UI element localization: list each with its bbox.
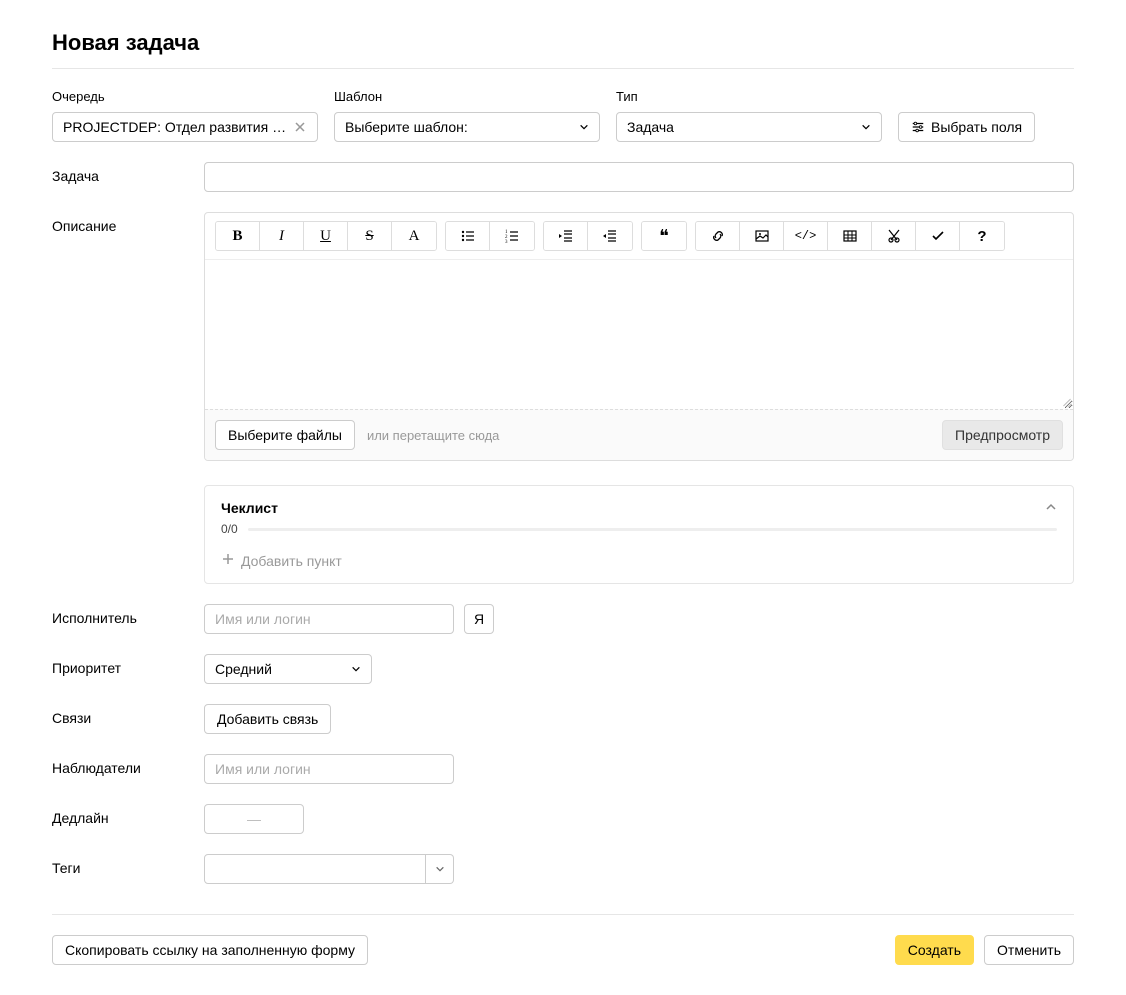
top-fields-row: Очередь PROJECTDEP: Отдел развития проек… xyxy=(52,89,1074,142)
queue-value: PROJECTDEP: Отдел развития проектов xyxy=(63,119,287,135)
plus-icon xyxy=(221,552,235,569)
template-label: Шаблон xyxy=(334,89,600,104)
description-row: Описание B I U S A 123 xyxy=(52,212,1074,584)
assignee-input[interactable] xyxy=(204,604,454,634)
assignee-label: Исполнитель xyxy=(52,604,204,634)
copy-link-button[interactable]: Скопировать ссылку на заполненную форму xyxy=(52,935,368,965)
add-checklist-item[interactable]: Добавить пункт xyxy=(221,552,1057,569)
chevron-up-icon[interactable] xyxy=(1047,503,1057,513)
strikethrough-button[interactable]: S xyxy=(348,222,392,250)
chevron-down-icon xyxy=(579,122,589,132)
watchers-input[interactable] xyxy=(204,754,454,784)
resize-handle[interactable] xyxy=(1059,395,1071,407)
type-field: Тип Задача xyxy=(616,89,882,142)
tags-row: Теги xyxy=(52,854,1074,884)
add-link-button[interactable]: Добавить связь xyxy=(204,704,331,734)
underline-button[interactable]: U xyxy=(304,222,348,250)
deadline-row: Дедлайн — xyxy=(52,804,1074,834)
preview-button[interactable]: Предпросмотр xyxy=(942,420,1063,450)
tags-label: Теги xyxy=(52,854,204,884)
indent-button[interactable] xyxy=(588,222,632,250)
chevron-down-icon xyxy=(861,122,871,132)
tune-icon xyxy=(911,120,925,134)
add-item-label: Добавить пункт xyxy=(241,553,342,569)
ordered-list-button[interactable]: 123 xyxy=(490,222,534,250)
checklist-title: Чеклист xyxy=(221,500,278,516)
svg-text:3: 3 xyxy=(505,240,508,244)
cancel-button[interactable]: Отменить xyxy=(984,935,1074,965)
watchers-label: Наблюдатели xyxy=(52,754,204,784)
create-button[interactable]: Создать xyxy=(895,935,974,965)
quote-button[interactable]: ❝ xyxy=(642,222,686,250)
task-label: Задача xyxy=(52,162,204,192)
clear-icon[interactable] xyxy=(293,120,307,134)
check-button[interactable] xyxy=(916,222,960,250)
select-fields-label: Выбрать поля xyxy=(931,119,1022,135)
priority-label: Приоритет xyxy=(52,654,204,684)
help-button[interactable]: ? xyxy=(960,222,1004,250)
tags-input[interactable] xyxy=(204,854,426,884)
page-title: Новая задача xyxy=(52,30,1074,56)
tags-dropdown-button[interactable] xyxy=(426,854,454,884)
progress-bar xyxy=(248,528,1057,531)
file-upload-row: Выберите файлы или перетащите сюда Предп… xyxy=(205,409,1073,460)
priority-value: Средний xyxy=(215,661,343,677)
bold-button[interactable]: B xyxy=(216,222,260,250)
description-label: Описание xyxy=(52,212,204,584)
cut-button[interactable] xyxy=(872,222,916,250)
links-row: Связи Добавить связь xyxy=(52,704,1074,734)
checklist-panel: Чеклист 0/0 Добавить пункт xyxy=(204,485,1074,584)
deadline-input[interactable]: — xyxy=(204,804,304,834)
queue-label: Очередь xyxy=(52,89,318,104)
priority-select[interactable]: Средний xyxy=(204,654,372,684)
task-row: Задача xyxy=(52,162,1074,192)
link-button[interactable] xyxy=(696,222,740,250)
watchers-row: Наблюдатели xyxy=(52,754,1074,784)
queue-field: Очередь PROJECTDEP: Отдел развития проек… xyxy=(52,89,318,142)
checklist-count: 0/0 xyxy=(221,522,238,536)
bullet-list-button[interactable] xyxy=(446,222,490,250)
links-label: Связи xyxy=(52,704,204,734)
code-button[interactable]: </> xyxy=(784,222,828,250)
drag-hint: или перетащите сюда xyxy=(367,428,499,443)
select-fields-button[interactable]: Выбрать поля xyxy=(898,112,1035,142)
editor-textarea[interactable] xyxy=(205,259,1073,409)
chevron-down-icon xyxy=(351,664,361,674)
italic-button[interactable]: I xyxy=(260,222,304,250)
editor: B I U S A 123 xyxy=(204,212,1074,461)
outdent-button[interactable] xyxy=(544,222,588,250)
template-select[interactable]: Выберите шаблон: xyxy=(334,112,600,142)
footer: Скопировать ссылку на заполненную форму … xyxy=(52,935,1074,965)
template-placeholder: Выберите шаблон: xyxy=(345,119,571,135)
template-field: Шаблон Выберите шаблон: xyxy=(334,89,600,142)
type-value: Задача xyxy=(627,119,853,135)
priority-row: Приоритет Средний xyxy=(52,654,1074,684)
deadline-label: Дедлайн xyxy=(52,804,204,834)
assignee-row: Исполнитель Я xyxy=(52,604,1074,634)
type-select[interactable]: Задача xyxy=(616,112,882,142)
table-button[interactable] xyxy=(828,222,872,250)
divider-bottom xyxy=(52,914,1074,915)
type-label: Тип xyxy=(616,89,882,104)
editor-toolbar: B I U S A 123 xyxy=(205,213,1073,259)
queue-select[interactable]: PROJECTDEP: Отдел развития проектов xyxy=(52,112,318,142)
divider xyxy=(52,68,1074,69)
task-input[interactable] xyxy=(204,162,1074,192)
assign-me-button[interactable]: Я xyxy=(464,604,494,634)
font-button[interactable]: A xyxy=(392,222,436,250)
choose-files-button[interactable]: Выберите файлы xyxy=(215,420,355,450)
image-button[interactable] xyxy=(740,222,784,250)
